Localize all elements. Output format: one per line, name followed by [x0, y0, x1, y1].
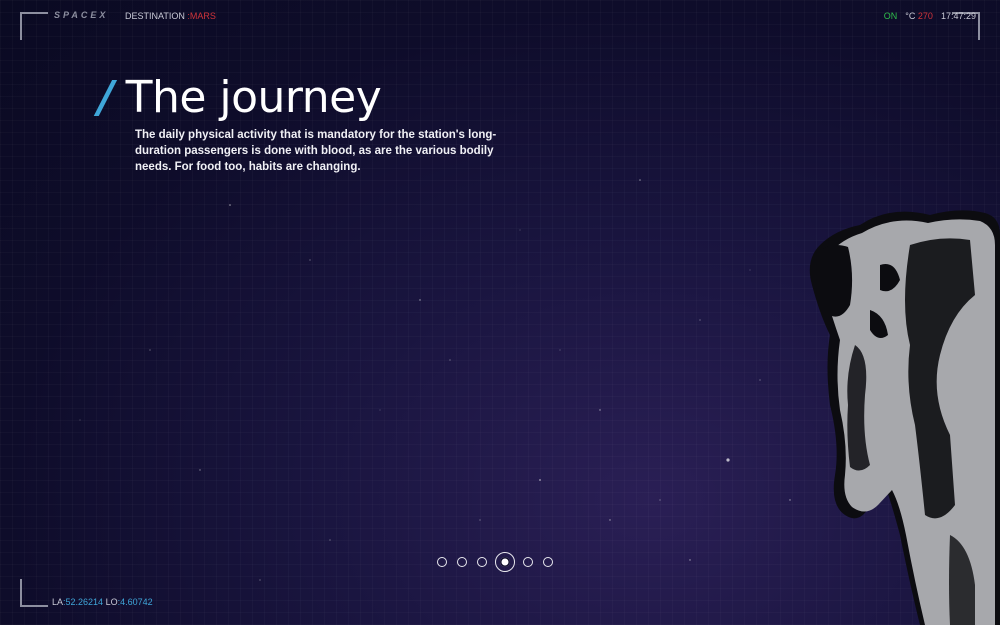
hud-corner-top-left [20, 12, 48, 40]
page-title: / The journey [98, 72, 382, 123]
pagination-dot[interactable] [543, 557, 553, 567]
astronaut-illustration [809, 210, 1000, 625]
coordinates: LA:52.26214 LO:4.60742 [52, 597, 153, 607]
pagination-dot[interactable] [523, 557, 533, 567]
pagination-dot[interactable] [477, 557, 487, 567]
pagination-dot-active[interactable] [495, 552, 515, 572]
clock: 17:47:29 [940, 11, 976, 21]
temperature-unit: °C [905, 11, 916, 21]
title-slash: / [98, 72, 114, 123]
la-label: LA [52, 597, 64, 607]
temperature-value: 270 [917, 11, 933, 21]
status-bar: ON °C 270 17:47:29 [884, 11, 976, 21]
pagination-dot[interactable] [457, 557, 467, 567]
destination-value: :MARS [187, 11, 216, 21]
lo-label: LO [105, 597, 118, 607]
la-value: :52.26214 [63, 597, 104, 607]
pagination-dots [437, 552, 553, 572]
lo-value: :4.60742 [117, 597, 153, 607]
temperature: °C 270 [905, 11, 933, 21]
destination-label: DESTINATION [125, 11, 185, 21]
title-text: The journey [125, 72, 382, 123]
status-on: ON [883, 11, 898, 21]
pagination-dot[interactable] [437, 557, 447, 567]
page-body: The daily physical activity that is mand… [135, 129, 497, 173]
destination-indicator: DESTINATION :MARS [125, 11, 216, 21]
spacex-logo[interactable]: SPACEX [54, 10, 108, 20]
hud-corner-bottom-left [20, 579, 48, 607]
